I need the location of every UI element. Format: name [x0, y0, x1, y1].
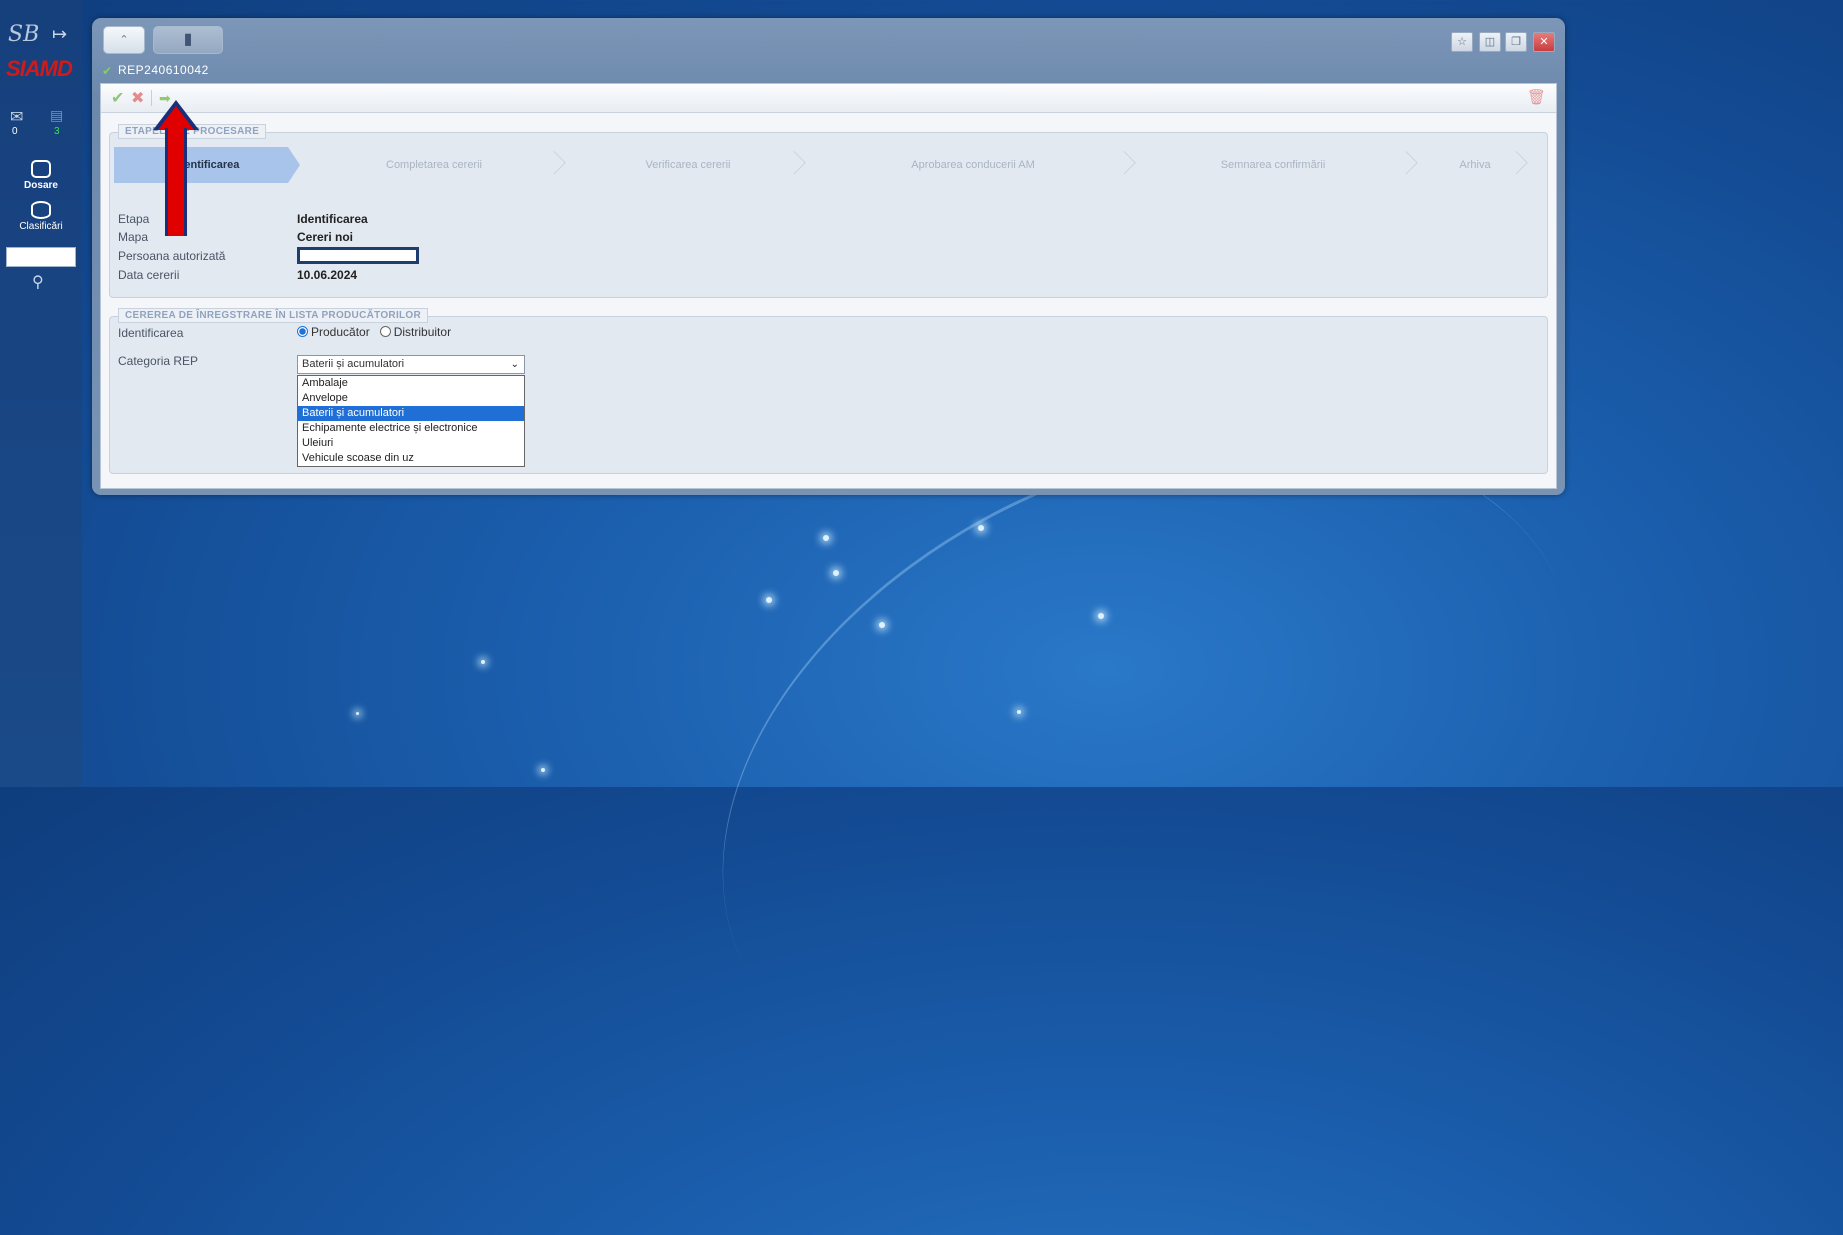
sb-logo: SB — [8, 22, 40, 47]
authorized-person-field[interactable] — [297, 247, 419, 264]
annotation-arrow-shaft — [165, 128, 187, 236]
step-label: Completarea cererii — [386, 159, 482, 171]
window-title: REP240610042 — [118, 63, 209, 77]
field-label: Data cererii — [118, 268, 180, 282]
brand-logo: SIAMD — [6, 56, 73, 81]
step-identificarea[interactable]: Identificarea — [114, 147, 300, 183]
mail-count: 0 — [12, 126, 18, 137]
step-aprobarea[interactable]: Aprobarea conducerii AM — [808, 147, 1138, 183]
process-steps: Identificarea Completarea cererii Verifi… — [114, 147, 1544, 183]
sidebar-item-clasificari[interactable]: Clasificări — [0, 201, 82, 232]
radio-label: Producător — [311, 325, 370, 339]
logout-icon[interactable]: ↦ — [52, 24, 67, 45]
radio-distribuitor[interactable]: Distribuitor — [379, 325, 452, 339]
chevron-down-icon: ⌄ — [510, 359, 519, 370]
background-sparkle — [766, 597, 772, 603]
background-sparkle — [833, 570, 839, 576]
dropdown-option[interactable]: Vehicule scoase din uz — [298, 451, 524, 466]
toolbar-divider — [151, 90, 152, 106]
dropdown-option[interactable]: Baterii și acumulatori — [298, 406, 524, 421]
background-sparkle — [481, 660, 485, 664]
field-label: Etapa — [118, 212, 150, 226]
field-label: Persoana autorizată — [118, 249, 226, 263]
step-label: Aprobarea conducerii AM — [911, 159, 1035, 171]
radio-button[interactable] — [297, 326, 308, 337]
dropdown-option[interactable]: Ambalaje — [298, 376, 524, 391]
category-dropdown-list: Ambalaje Anvelope Baterii și acumulatori… — [297, 375, 525, 467]
annotation-arrow-head-fill — [158, 106, 194, 130]
chevron-right-icon — [1516, 147, 1530, 183]
field-value-data: 10.06.2024 — [297, 268, 358, 282]
category-label: Categoria REP — [118, 354, 199, 368]
favorite-icon[interactable]: ☆ — [1451, 32, 1473, 52]
panel-legend: CEREREA DE ÎNREGSTRARE ÎN LISTA PRODUCĂT… — [118, 308, 429, 323]
document-window: ⌃ ▮ ✔ REP240610042 ☆ ◫ ❐ ✕ ✔ ✖ ➡ 🗑 ETAPE… — [92, 18, 1565, 495]
radio-producator[interactable]: Producător — [297, 325, 370, 339]
database-icon — [31, 201, 51, 219]
trash-icon[interactable]: 🗑 — [1527, 88, 1546, 106]
field-label: Mapa — [118, 230, 149, 244]
mail-icon[interactable]: ✉ — [10, 107, 23, 127]
step-label: Semnarea confirmării — [1220, 159, 1326, 171]
toolbar: ✔ ✖ ➡ 🗑 — [101, 84, 1556, 113]
left-sidebar: SB ↦ SIAMD ✉ ▤ 0 3 Dosare Clasificări ⚲ — [0, 0, 82, 787]
reject-icon[interactable]: ✖ — [131, 88, 144, 108]
background-sparkle — [1098, 613, 1104, 619]
chevron-right-icon — [1406, 147, 1420, 183]
background-sparkle — [541, 768, 545, 772]
dropdown-option[interactable]: Uleiuri — [298, 436, 524, 451]
chevron-right-icon — [794, 147, 808, 183]
check-icon: ✔ — [102, 64, 113, 78]
layout-icon[interactable]: ◫ — [1479, 32, 1501, 52]
dropdown-option[interactable]: Echipamente electrice și electronice — [298, 421, 524, 436]
document-tab[interactable]: ▮ — [153, 26, 223, 54]
identification-radio-group: Producător Distribuitor — [297, 325, 451, 339]
inbox-count: 3 — [54, 126, 60, 137]
collapse-button[interactable]: ⌃ — [103, 26, 145, 54]
background-sparkle — [978, 525, 984, 531]
sidebar-item-label: Dosare — [24, 180, 58, 191]
approve-icon[interactable]: ✔ — [111, 88, 124, 108]
restore-icon[interactable]: ❐ — [1505, 32, 1527, 52]
background-sparkle — [879, 622, 885, 628]
step-verificarea[interactable]: Verificarea cererii — [568, 147, 808, 183]
field-value-etapa: Identificarea — [297, 212, 368, 226]
radio-button[interactable] — [379, 326, 391, 337]
identification-label: Identificarea — [118, 326, 184, 340]
sidebar-item-dosare[interactable]: Dosare — [0, 160, 82, 191]
process-panel: ETAPELE DE PROCESARE Identificarea Compl… — [109, 124, 1548, 298]
briefcase-icon — [31, 160, 51, 178]
category-select[interactable]: Baterii și acumulatori ⌄ — [297, 355, 525, 374]
step-label: Arhiva — [1459, 159, 1491, 171]
sidebar-search-input[interactable] — [6, 247, 76, 267]
sidebar-item-label: Clasificări — [19, 221, 63, 232]
dropdown-option[interactable]: Anvelope — [298, 391, 524, 406]
close-icon[interactable]: ✕ — [1533, 32, 1555, 52]
step-label: Verificarea cererii — [645, 159, 731, 171]
radio-label: Distribuitor — [393, 325, 452, 339]
background-sparkle — [823, 535, 829, 541]
step-semnarea[interactable]: Semnarea confirmării — [1138, 147, 1408, 183]
field-value-mapa: Cereri noi — [297, 230, 354, 244]
search-icon[interactable]: ⚲ — [32, 272, 44, 292]
chevron-right-icon — [1124, 147, 1138, 183]
background-sparkle — [1017, 710, 1021, 714]
background-sparkle — [356, 712, 359, 715]
chevron-right-icon — [554, 147, 568, 183]
category-selected-value: Baterii și acumulatori — [302, 358, 405, 370]
inbox-icon[interactable]: ▤ — [50, 107, 63, 124]
request-panel: CEREREA DE ÎNREGSTRARE ÎN LISTA PRODUCĂT… — [109, 308, 1548, 474]
step-completarea[interactable]: Completarea cererii — [314, 147, 554, 183]
window-content: ✔ ✖ ➡ 🗑 ETAPELE DE PROCESARE Identificar… — [100, 83, 1557, 489]
